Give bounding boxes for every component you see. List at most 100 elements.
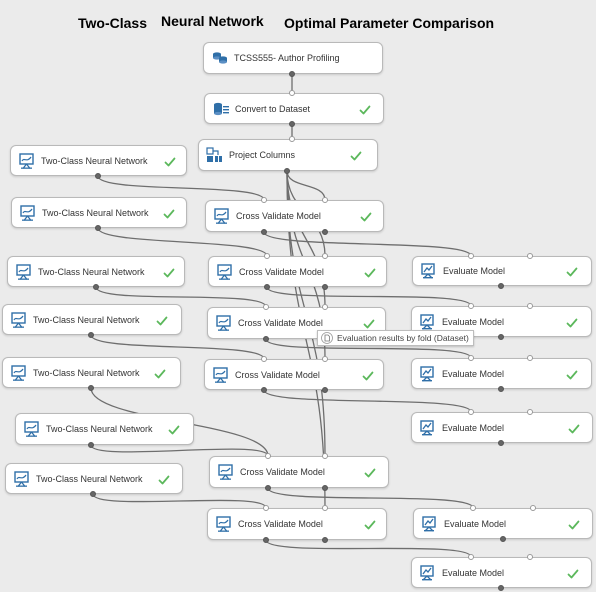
- input-port[interactable]: [264, 253, 270, 259]
- input-port[interactable]: [289, 136, 295, 142]
- input-port[interactable]: [468, 253, 474, 259]
- output-port[interactable]: [322, 284, 328, 290]
- input-port[interactable]: [322, 253, 328, 259]
- evaluate-icon: [420, 419, 434, 435]
- success-check-icon: [350, 149, 362, 161]
- output-port[interactable]: [498, 585, 504, 591]
- output-port[interactable]: [322, 387, 328, 393]
- tooltip-label: Evaluation results by fold (Dataset): [337, 333, 469, 343]
- input-port[interactable]: [322, 304, 328, 310]
- module-label: TCSS555- Author Profiling: [234, 53, 340, 63]
- module-convert-to-dataset[interactable]: Convert to Dataset: [204, 93, 384, 124]
- module-evaluate-model[interactable]: Evaluate Model: [412, 256, 592, 286]
- module-label: Evaluate Model: [442, 422, 505, 433]
- module-project-columns[interactable]: Project Columns: [198, 139, 378, 171]
- input-port[interactable]: [527, 554, 533, 560]
- input-port[interactable]: [470, 505, 476, 511]
- module-label: Two-Class Neural Network: [38, 266, 145, 277]
- output-port[interactable]: [93, 284, 99, 290]
- module-evaluate-model[interactable]: Evaluate Model: [411, 412, 593, 443]
- output-port[interactable]: [322, 229, 328, 235]
- input-port[interactable]: [527, 253, 533, 259]
- input-port[interactable]: [468, 303, 474, 309]
- module-two-class-neural-network[interactable]: Two-Class Neural Network: [5, 463, 183, 494]
- output-port[interactable]: [322, 537, 328, 543]
- module-evaluate-model[interactable]: Evaluate Model: [411, 358, 592, 389]
- connection-wire: [263, 389, 472, 413]
- output-port[interactable]: [498, 334, 504, 340]
- output-port[interactable]: [88, 332, 94, 338]
- output-port[interactable]: [88, 385, 94, 391]
- input-port[interactable]: [468, 355, 474, 361]
- project-columns-icon: [206, 147, 222, 162]
- input-port[interactable]: [527, 355, 533, 361]
- input-port[interactable]: [289, 90, 295, 96]
- input-port[interactable]: [261, 197, 267, 203]
- module-label: Cross Validate Model: [239, 266, 324, 277]
- module-tcss555-author-profiling[interactable]: TCSS555- Author Profiling: [203, 42, 383, 74]
- cross-validate-icon: [218, 464, 233, 480]
- input-port[interactable]: [322, 453, 328, 459]
- module-cross-validate-model[interactable]: Cross Validate Model: [204, 359, 384, 390]
- output-port[interactable]: [284, 168, 290, 174]
- module-label: Two-Class Neural Network: [36, 473, 143, 484]
- output-port[interactable]: [263, 336, 269, 342]
- module-cross-validate-model[interactable]: Cross Validate Model: [207, 508, 387, 540]
- input-port[interactable]: [468, 409, 474, 415]
- output-port[interactable]: [265, 485, 271, 491]
- module-label: Project Columns: [229, 150, 296, 160]
- module-cross-validate-model[interactable]: Cross Validate Model: [209, 456, 389, 488]
- module-cross-validate-model[interactable]: Cross Validate Model: [205, 200, 384, 232]
- success-check-icon: [154, 367, 166, 379]
- success-check-icon: [360, 210, 372, 222]
- experiment-canvas[interactable]: Two-Class Neural Network Optimal Paramet…: [0, 0, 596, 592]
- input-port[interactable]: [261, 356, 267, 362]
- success-check-icon: [163, 266, 175, 278]
- success-check-icon: [363, 317, 375, 329]
- input-port[interactable]: [530, 505, 536, 511]
- output-port[interactable]: [289, 71, 295, 77]
- module-two-class-neural-network[interactable]: Two-Class Neural Network: [7, 256, 185, 287]
- module-two-class-neural-network[interactable]: Two-Class Neural Network: [2, 357, 181, 388]
- output-port[interactable]: [95, 225, 101, 231]
- module-two-class-neural-network[interactable]: Two-Class Neural Network: [11, 197, 187, 228]
- output-port[interactable]: [289, 121, 295, 127]
- output-port[interactable]: [498, 283, 504, 289]
- output-port[interactable]: [88, 442, 94, 448]
- module-two-class-neural-network[interactable]: Two-Class Neural Network: [10, 145, 187, 176]
- output-port[interactable]: [498, 386, 504, 392]
- success-check-icon: [567, 567, 579, 579]
- output-port[interactable]: [264, 284, 270, 290]
- module-label: Two-Class Neural Network: [46, 424, 153, 434]
- model-icon: [11, 311, 26, 328]
- input-port[interactable]: [468, 554, 474, 560]
- input-port[interactable]: [322, 505, 328, 511]
- output-port[interactable]: [261, 387, 267, 393]
- module-evaluate-model[interactable]: Evaluate Model: [411, 557, 592, 588]
- output-port[interactable]: [95, 173, 101, 179]
- input-port[interactable]: [527, 409, 533, 415]
- module-label: Two-Class Neural Network: [42, 207, 149, 218]
- model-icon: [16, 263, 31, 280]
- module-two-class-neural-network[interactable]: Two-Class Neural Network: [15, 413, 194, 445]
- model-icon: [19, 152, 34, 169]
- output-port[interactable]: [90, 491, 96, 497]
- input-port[interactable]: [263, 304, 269, 310]
- module-two-class-neural-network[interactable]: Two-Class Neural Network: [2, 304, 182, 335]
- output-port[interactable]: [500, 536, 506, 542]
- evaluate-icon: [420, 564, 434, 580]
- success-check-icon: [364, 266, 376, 278]
- cross-validate-icon: [214, 208, 229, 224]
- input-port[interactable]: [322, 356, 328, 362]
- input-port[interactable]: [322, 197, 328, 203]
- output-port[interactable]: [263, 537, 269, 543]
- cross-validate-icon: [216, 516, 231, 532]
- input-port[interactable]: [263, 505, 269, 511]
- module-cross-validate-model[interactable]: Cross Validate Model: [208, 256, 387, 287]
- module-evaluate-model[interactable]: Evaluate Model: [413, 508, 593, 539]
- output-port[interactable]: [261, 229, 267, 235]
- input-port[interactable]: [527, 303, 533, 309]
- input-port[interactable]: [265, 453, 271, 459]
- output-port[interactable]: [498, 440, 504, 446]
- output-port[interactable]: [322, 485, 328, 491]
